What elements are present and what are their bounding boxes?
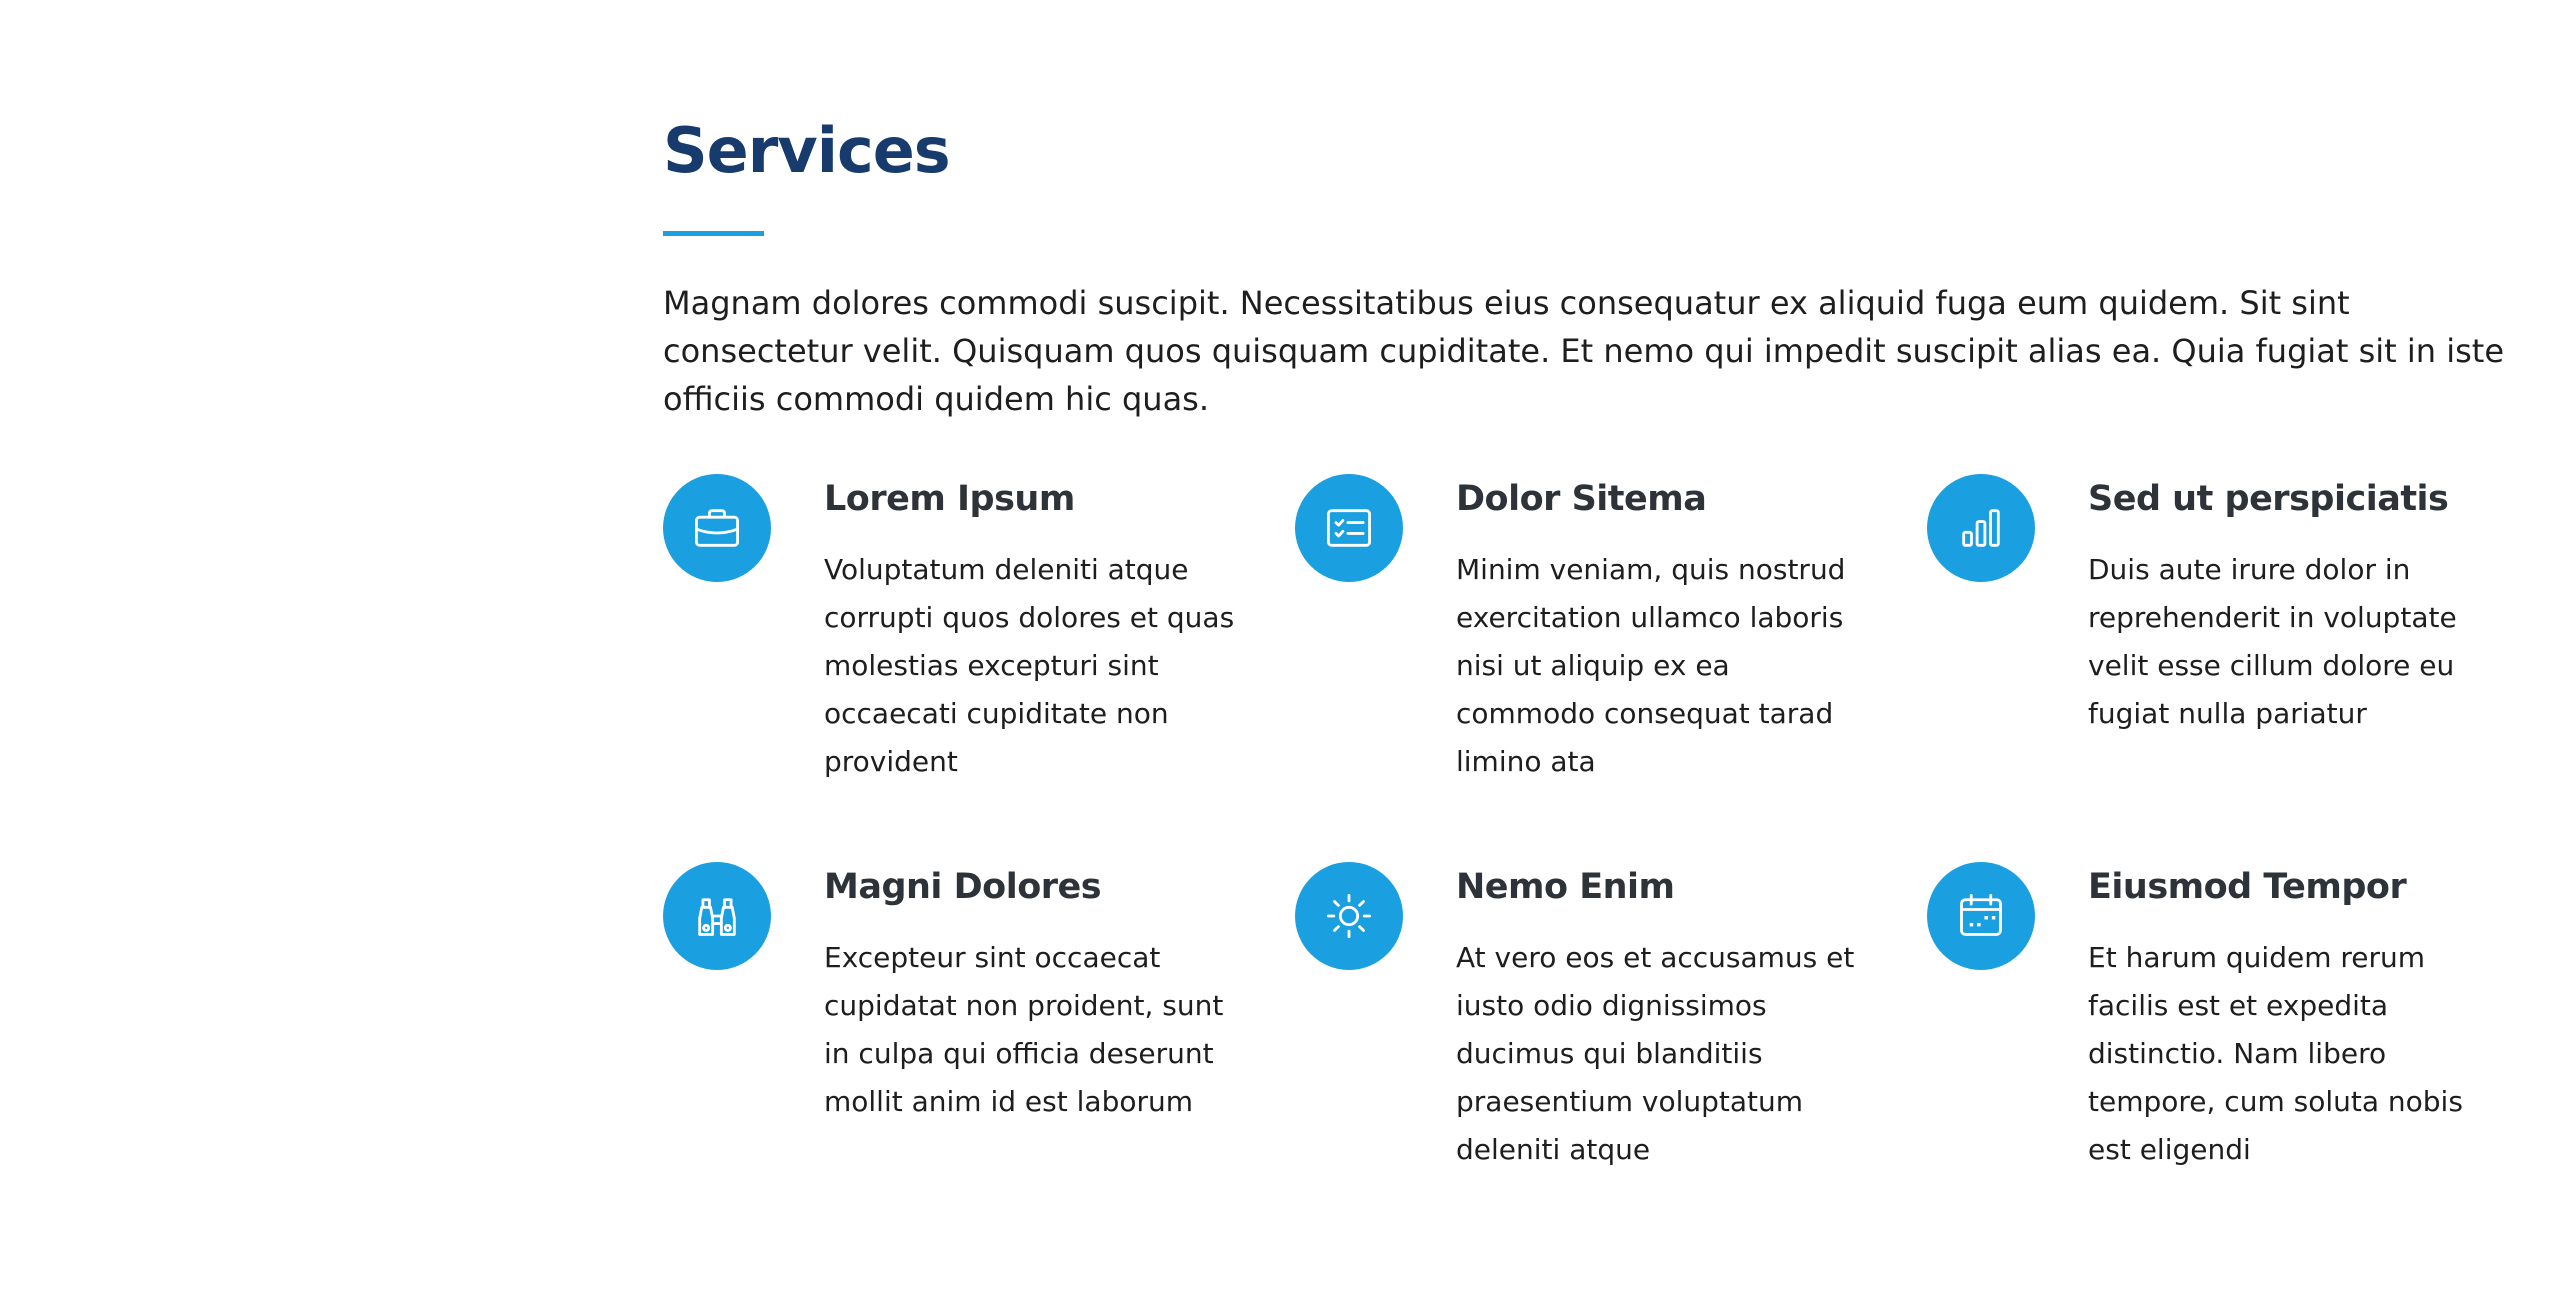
- section-title: Services: [663, 114, 951, 187]
- service-item: Magni Dolores Excepteur sint occaecat cu…: [663, 862, 1295, 1190]
- bar-chart-icon: [1927, 474, 2035, 582]
- service-item: Sed ut perspiciatis Duis aute irure dolo…: [1927, 474, 2503, 802]
- service-item: Lorem Ipsum Voluptatum deleniti atque co…: [663, 474, 1295, 802]
- service-title[interactable]: Lorem Ipsum: [824, 474, 1244, 524]
- title-underline: [663, 231, 764, 236]
- service-title[interactable]: Eiusmod Tempor: [2088, 862, 2503, 912]
- binoculars-icon: [663, 862, 771, 970]
- section-intro: Magnam dolores commodi suscipit. Necessi…: [663, 284, 2505, 418]
- service-title[interactable]: Dolor Sitema: [1456, 474, 1876, 524]
- service-item: Eiusmod Tempor Et harum quidem rerum fac…: [1927, 862, 2503, 1190]
- service-title[interactable]: Magni Dolores: [824, 862, 1244, 912]
- briefcase-icon: [663, 474, 771, 582]
- service-item: Dolor Sitema Minim veniam, quis nostrud …: [1295, 474, 1927, 802]
- service-description: Duis aute irure dolor in reprehenderit i…: [2088, 553, 2457, 730]
- service-description: Et harum quidem rerum facilis est et exp…: [2088, 941, 2463, 1166]
- service-item: Nemo Enim At vero eos et accusamus et iu…: [1295, 862, 1927, 1190]
- service-description: At vero eos et accusamus et iusto odio d…: [1456, 941, 1855, 1166]
- service-description: Excepteur sint occaecat cupidatat non pr…: [824, 941, 1224, 1118]
- service-description: Minim veniam, quis nostrud exercitation …: [1456, 553, 1846, 778]
- sun-icon: [1295, 862, 1403, 970]
- service-description: Voluptatum deleniti atque corrupti quos …: [824, 553, 1235, 778]
- services-section: Services Magnam dolores commodi suscipit…: [663, 112, 2504, 1166]
- service-title[interactable]: Nemo Enim: [1456, 862, 1876, 912]
- calendar-icon: [1927, 862, 2035, 970]
- service-title[interactable]: Sed ut perspiciatis: [2088, 474, 2503, 524]
- services-grid: Lorem Ipsum Voluptatum deleniti atque co…: [663, 474, 2503, 1190]
- checklist-card-icon: [1295, 474, 1403, 582]
